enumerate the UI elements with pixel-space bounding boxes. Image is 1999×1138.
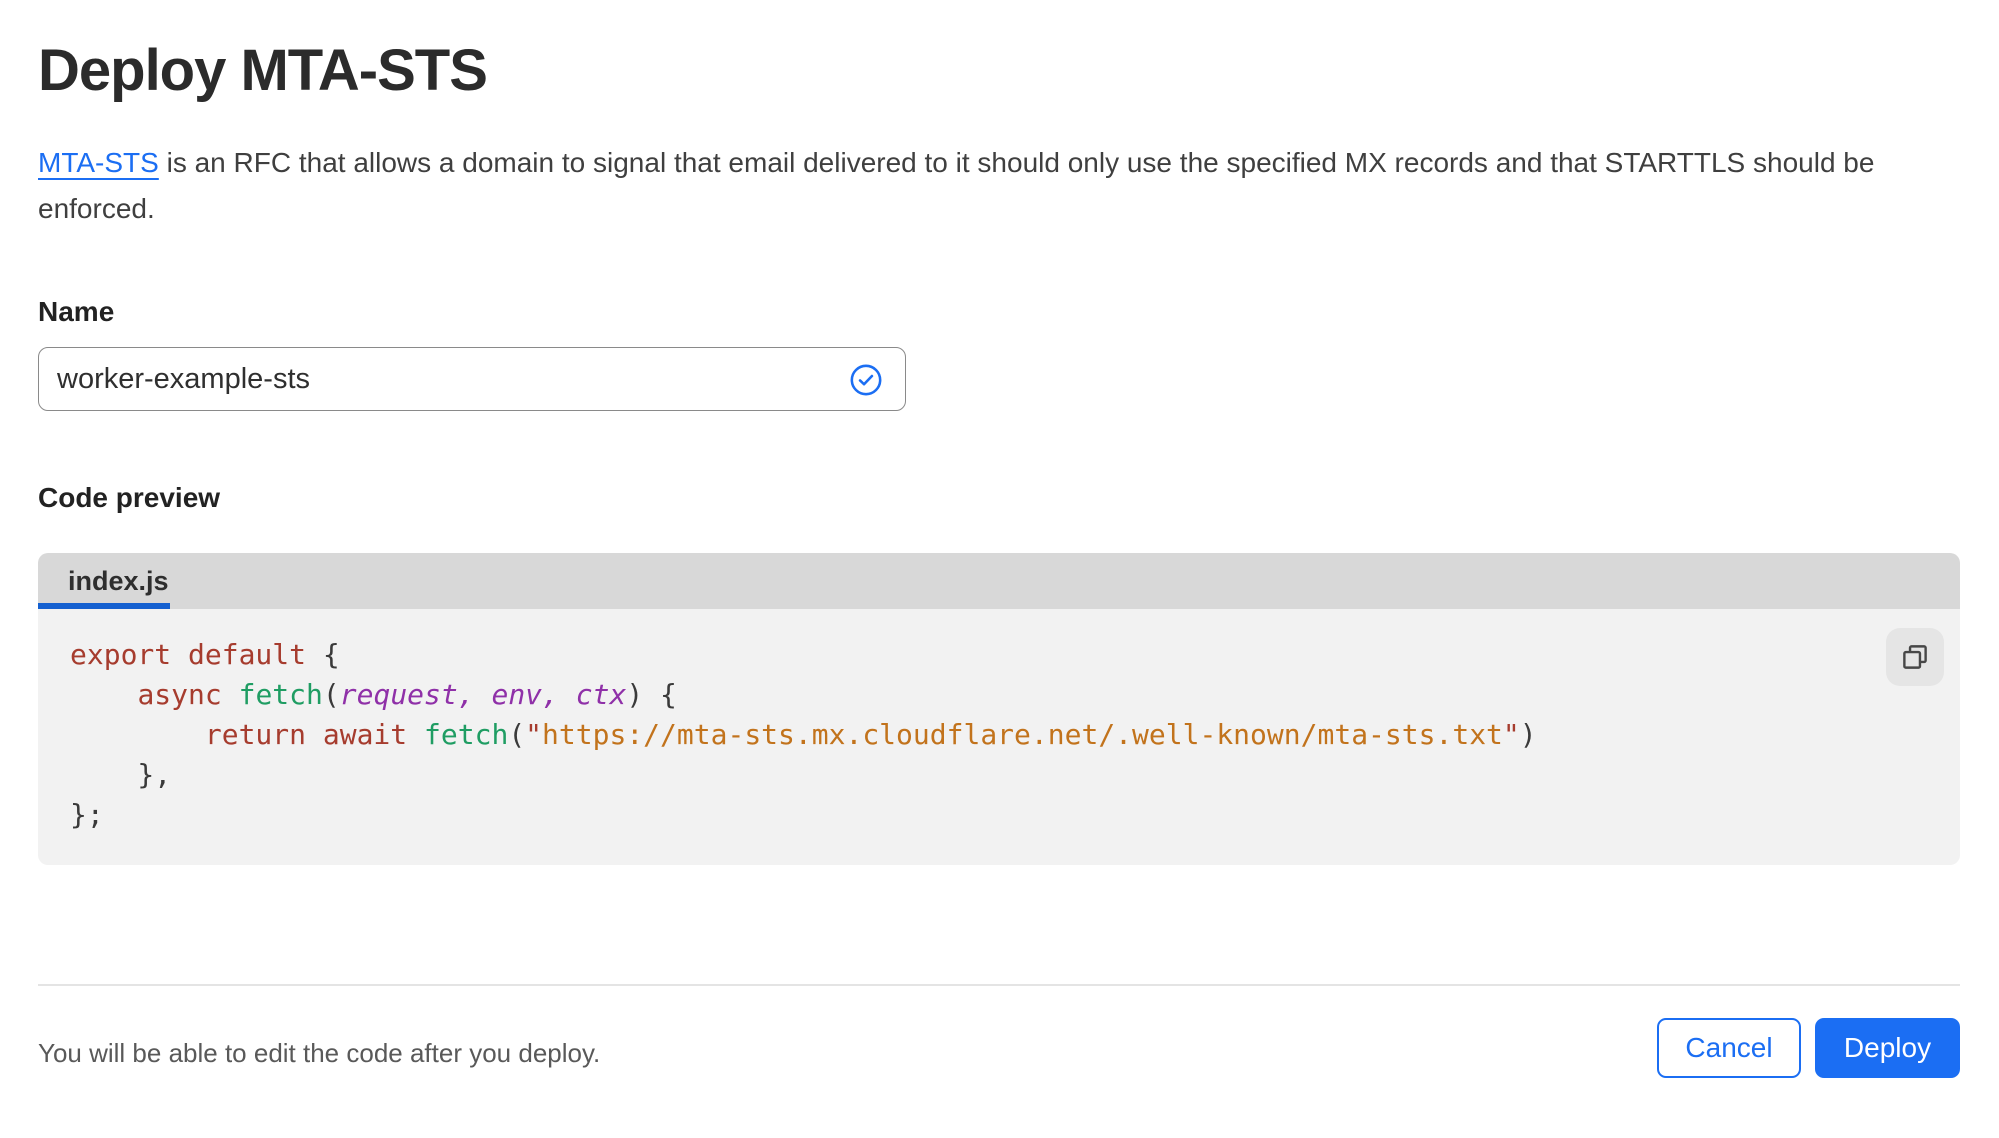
footer-divider xyxy=(38,984,1960,986)
code-line: async fetch(request, env, ctx) { xyxy=(137,678,677,711)
code-tabbar: index.js xyxy=(38,553,1960,609)
code-line: export default { xyxy=(70,638,340,671)
code-editor: export default { async fetch(request, en… xyxy=(38,609,1960,865)
code-line: return await fetch("https://mta-sts.mx.c… xyxy=(204,718,1537,751)
page-title: Deploy MTA-STS xyxy=(38,38,488,103)
code-preview-card: index.js export default { async fetch(re… xyxy=(38,553,1960,865)
tab-label: index.js xyxy=(68,565,169,596)
tab-index-js[interactable]: index.js xyxy=(38,553,199,609)
mta-sts-link[interactable]: MTA-STS xyxy=(38,147,159,178)
copy-icon xyxy=(1903,645,1927,669)
description-text: MTA-STS is an RFC that allows a domain t… xyxy=(38,140,1918,232)
deploy-mta-sts-page: { "page": { "title": "Deploy MTA-STS", "… xyxy=(0,0,1999,1138)
code-content: export default { async fetch(request, en… xyxy=(38,609,1960,835)
cancel-button[interactable]: Cancel xyxy=(1657,1018,1801,1078)
deploy-button[interactable]: Deploy xyxy=(1815,1018,1960,1078)
name-label: Name xyxy=(38,296,115,327)
name-input-wrap xyxy=(38,347,906,411)
code-line: }; xyxy=(70,798,104,831)
footer-note: You will be able to edit the code after … xyxy=(38,1038,601,1068)
code-preview-label: Code preview xyxy=(38,482,221,513)
copy-code-button[interactable] xyxy=(1886,628,1944,686)
description-rest: is an RFC that allows a domain to signal… xyxy=(38,147,1875,224)
code-line: }, xyxy=(70,758,172,791)
name-input[interactable] xyxy=(39,348,905,410)
